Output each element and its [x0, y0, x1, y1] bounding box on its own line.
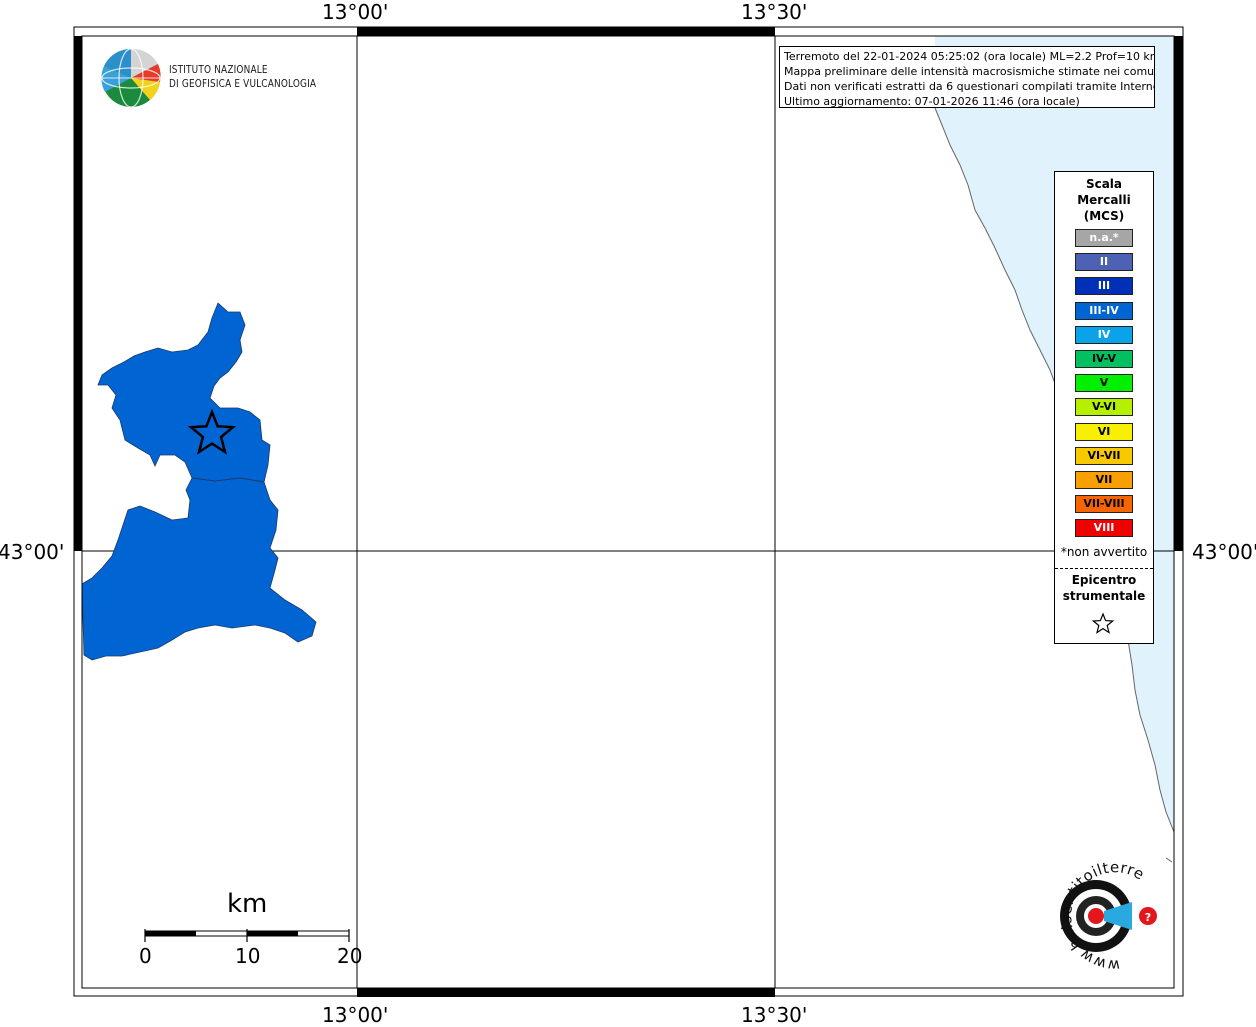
event-info-line-1: Terremoto del 22-01-2024 05:25:02 (ora l… — [784, 50, 1155, 63]
scale-bar-label-0: 0 — [139, 944, 152, 968]
scale-bar-seg-1 — [145, 931, 196, 936]
lat-label-right-43-00: 43°00' — [1192, 540, 1256, 564]
ingv-logo-text: ISTITUTO NAZIONALE DI GEOFISICA E VULCAN… — [169, 63, 316, 91]
legend-swatch-7: V-VI — [1075, 398, 1133, 417]
legend-note: *non avvertito — [1060, 545, 1148, 559]
event-info-line-2: Mappa preliminare delle intensità macros… — [784, 65, 1155, 78]
lon-label-top-13-00: 13°00' — [322, 0, 389, 24]
scale-bar-label-20: 20 — [337, 944, 363, 968]
scale-bar-label-10: 10 — [235, 944, 261, 968]
legend-swatch-12: VIII — [1075, 519, 1133, 538]
legend-separator — [1055, 568, 1153, 569]
legend-swatch-6: V — [1075, 374, 1133, 393]
frame-bar-right — [1174, 36, 1183, 551]
legend-epicenter-line-1: Epicentro — [1071, 573, 1137, 587]
frame-bar-left — [74, 36, 82, 551]
ingv-logo-icon — [101, 48, 161, 108]
scale-bar-unit: km — [227, 889, 268, 919]
legend-swatch-1: II — [1075, 253, 1133, 272]
legend-swatch-2: III — [1075, 277, 1133, 296]
lon-label-bottom-13-00: 13°00' — [322, 1003, 389, 1027]
legend-swatch-9: VI-VII — [1075, 446, 1133, 465]
event-info-line-4: Ultimo aggiornamento: 07-01-2026 11:46 (… — [784, 95, 1080, 108]
legend-title: Scala Mercalli (MCS) — [1055, 176, 1153, 224]
legend-swatch-5: IV-V — [1075, 350, 1133, 368]
legend-title-line-2: Mercalli — [1077, 193, 1131, 207]
municipality-south — [81, 477, 317, 661]
svg-text:?: ? — [1145, 911, 1151, 924]
legend-swatch-8: VI — [1075, 422, 1133, 441]
ingv-line-1: ISTITUTO NAZIONALE — [169, 64, 268, 76]
event-info-box: Terremoto del 22-01-2024 05:25:02 (ora l… — [779, 46, 1155, 108]
legend-swatch-3: III-IV — [1075, 301, 1133, 320]
municipality-north — [97, 302, 271, 483]
legend-title-line-3: (MCS) — [1083, 209, 1125, 223]
legend-swatch-10: VII — [1075, 471, 1133, 489]
legend-epicenter-label: Epicentro strumentale — [1055, 572, 1153, 604]
lon-label-bottom-13-30: 13°30' — [741, 1003, 808, 1027]
event-info-line-3: Dati non verificati estratti da 6 questi… — [784, 80, 1155, 93]
coastline-fragment — [1165, 857, 1173, 863]
ingv-line-2: DI GEOFISICA E VULCANOLOGIA — [169, 78, 317, 90]
frame-bar-bottom — [357, 988, 775, 997]
legend-epicenter-line-2: strumentale — [1062, 589, 1146, 603]
legend-swatch-11: VII-VIII — [1075, 495, 1133, 514]
legend-swatch-4: IV — [1075, 325, 1133, 344]
lon-label-top-13-30: 13°30' — [741, 0, 808, 24]
mcs-legend: Scala Mercalli (MCS) n.a.* II III III-IV IV I… — [1054, 171, 1154, 644]
frame-bar-top — [357, 27, 775, 36]
legend-star-icon — [1091, 612, 1115, 634]
legend-title-line-1: Scala — [1085, 177, 1123, 191]
legend-swatch-0: n.a.* — [1075, 229, 1133, 247]
scale-bar-seg-3 — [247, 931, 298, 936]
lat-label-left-43-00: 43°00' — [0, 540, 65, 564]
